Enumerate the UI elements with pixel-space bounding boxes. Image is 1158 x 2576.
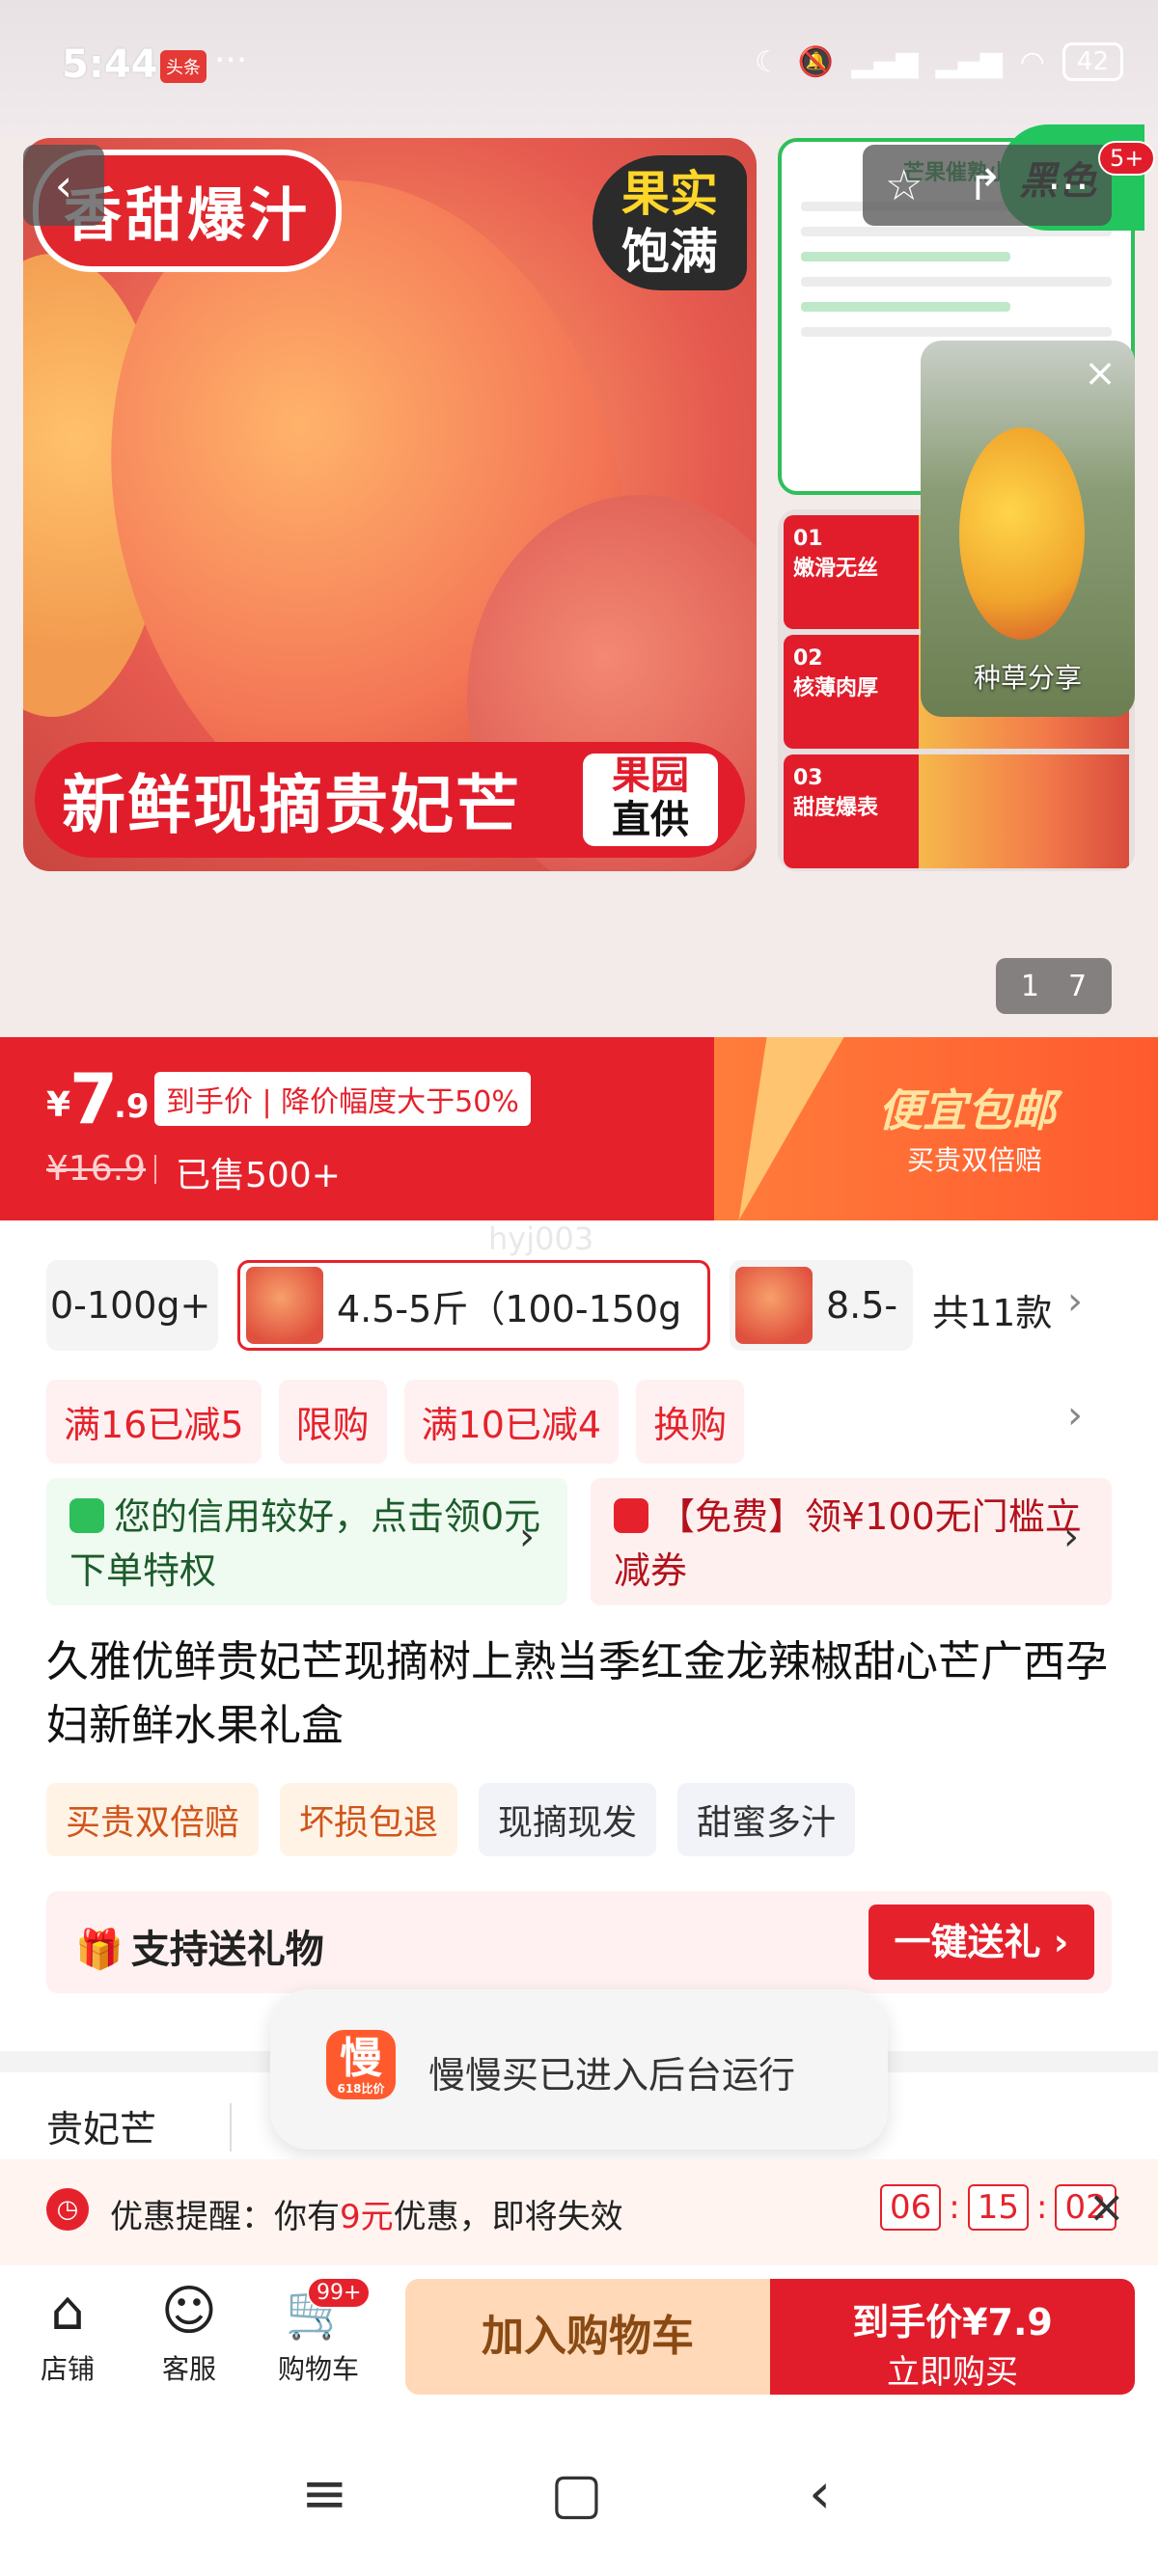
gift-label: 🎁 支持送礼物 [75, 1928, 324, 1972]
floating-video[interactable]: × 种草分享 [921, 341, 1135, 717]
countdown-timer: 06: 15: 02 [880, 2184, 1117, 2231]
floating-video-label: 种草分享 [973, 662, 1082, 694]
star-icon: ☆ [884, 160, 924, 210]
share-button[interactable]: ↱ [967, 161, 1003, 210]
sold-count: 已售500+ [176, 1156, 341, 1195]
more-badge: 5+ [1098, 141, 1156, 176]
coupon-offer[interactable]: 【免费】领¥100无门槛立减券 [591, 1478, 1112, 1605]
moon-icon: ☾ [755, 44, 781, 79]
favorite-button[interactable]: ☆ [885, 161, 923, 210]
gallery-pager: 1 7 [996, 958, 1112, 1014]
price-decimal: .9 [114, 1087, 150, 1126]
app-icon: 慢 618比价 [326, 2030, 396, 2099]
gift-bar: 🎁 支持送礼物 一键送礼 › [46, 1891, 1112, 1993]
toast-message: 慢慢买已进入后台运行 [428, 2054, 796, 2096]
chevron-right-icon: › [1063, 1515, 1079, 1559]
back-icon[interactable]: ‹ [809, 2460, 831, 2526]
sku-selector: 0-100g+ 4.5-5斤（100-150g 8.5- 共11款 › [0, 1254, 1158, 1360]
back-arrow-icon: ‹ [54, 159, 73, 211]
chevron-right-icon[interactable]: › [1067, 1279, 1083, 1324]
coupon-icon [614, 1498, 648, 1533]
price-integer: 7 [69, 1058, 119, 1139]
more-notifications-icon: ··· [214, 41, 248, 80]
notification-badge: 头条 [160, 50, 207, 83]
shopping-bag-icon [69, 1498, 104, 1533]
price-currency: ¥ [46, 1085, 71, 1125]
status-bar: 5:44 头条 ··· ☾ 🔕 ▂▄▆ ▂▄▆ ◠ 42 [0, 0, 1158, 135]
signal-hd-icon: ▂▄▆ [935, 44, 1003, 79]
menu-icon[interactable]: ≡ [301, 2460, 348, 2526]
header-actions: ☆ ↱ ⋯ [863, 145, 1112, 226]
home-icon[interactable]: ▢ [550, 2460, 603, 2526]
signal-hd-icon: ▂▄▆ [851, 44, 919, 79]
promo-title: 便宜包邮 [878, 1084, 1056, 1137]
promo-chip[interactable]: 换购 [636, 1380, 745, 1464]
wifi-icon: ◠ [1019, 44, 1045, 79]
mute-icon: 🔕 [797, 44, 835, 79]
product-tag: 甜蜜多汁 [677, 1783, 856, 1856]
promo-chips: 满16已减5 限购 满10已减4 换购 [46, 1380, 745, 1464]
sku-option-selected[interactable]: 4.5-5斤（100-150g [237, 1260, 710, 1351]
sku-total[interactable]: 共11款 [932, 1283, 1052, 1336]
hero-banner-badge: 果园 直供 [583, 754, 718, 846]
sku-thumbnail [246, 1267, 323, 1344]
sku-option[interactable]: 8.5- [730, 1260, 913, 1351]
status-time: 5:44 [62, 42, 158, 87]
toast: 慢 618比价 慢慢买已进入后台运行 [270, 1989, 888, 2150]
product-tag: 坏损包退 [280, 1783, 458, 1856]
clock-icon: ◷ [46, 2188, 89, 2231]
original-price: ¥16.9 [46, 1149, 147, 1189]
coupon-reminder[interactable]: ◷ 优惠提醒：你有9元优惠，即将失效 06: 15: 02 × [0, 2159, 1158, 2265]
chat-icon: ☺ [160, 2280, 218, 2343]
gift-icon: 🎁 [75, 1928, 124, 1972]
sku-thumbnail [735, 1267, 813, 1344]
promo-subtitle: 买贵双倍赔 [907, 1144, 1043, 1176]
share-icon: ↱ [967, 160, 1004, 210]
hero-banner: 新鲜现摘贵妃芒 果园 直供 [35, 742, 745, 858]
promo-chip[interactable]: 满10已减4 [403, 1380, 620, 1464]
action-bar: ⌂ 店铺 ☺ 客服 🛒 购物车 99+ 加入购物车 到手价¥7.9 立即购买 [0, 2265, 1158, 2410]
credit-offer[interactable]: 您的信用较好，点击领0元下单特权 [46, 1478, 567, 1605]
service-button[interactable]: ☺ 客服 [141, 2281, 237, 2387]
close-icon[interactable]: × [1088, 2180, 1125, 2233]
product-title: 久雅优鲜贵妃芒现摘树上熟当季红金龙辣椒甜心芒广西孕妇新鲜水果礼盒 [46, 1637, 1108, 1750]
shop-button[interactable]: ⌂ 店铺 [19, 2281, 116, 2387]
promo-chip[interactable]: 限购 [278, 1380, 387, 1464]
price-bar: 便宜包邮 买贵双倍赔 ¥ 7 .9 到手价 | 降价幅度大于50% ¥16.9 … [0, 1037, 1158, 1220]
product-tag: 现摘现发 [479, 1783, 657, 1856]
status-icons: ☾ 🔕 ▂▄▆ ▂▄▆ ◠ 42 [755, 42, 1123, 81]
reminder-text: 优惠提醒：你有9元优惠，即将失效 [110, 2198, 623, 2236]
spec-label[interactable]: 贵妃芒 [46, 2099, 156, 2152]
more-button[interactable]: ⋯ [1047, 161, 1089, 210]
promo-chip[interactable]: 满16已减5 [46, 1380, 262, 1464]
send-gift-button[interactable]: 一键送礼 › [868, 1905, 1094, 1980]
price-tag: 到手价 | 降价幅度大于50% [154, 1072, 531, 1126]
feature-row: 03 甜度爆表 [784, 754, 1129, 868]
store-icon: ⌂ [50, 2280, 85, 2343]
more-icon: ⋯ [1047, 160, 1090, 210]
back-button[interactable]: ‹ [23, 145, 104, 226]
system-nav-bar: ≡ ▢ ‹ [0, 2410, 1158, 2576]
cart-badge: 99+ [307, 2277, 372, 2309]
add-to-cart-button[interactable]: 加入购物车 [405, 2279, 770, 2395]
buy-now-button[interactable]: 到手价¥7.9 立即购买 [770, 2279, 1135, 2395]
watermark: hyj003 [488, 1220, 594, 1257]
product-tag: 买贵双倍赔 [46, 1783, 260, 1856]
sku-option[interactable]: 0-100g+ [46, 1260, 218, 1351]
chevron-right-icon[interactable]: › [1067, 1393, 1083, 1438]
chevron-right-icon: › [519, 1515, 535, 1559]
battery-icon: 42 [1062, 42, 1123, 81]
product-tags: 买贵双倍赔 坏损包退 现摘现发 甜蜜多汁 [46, 1783, 856, 1856]
hero-tag-fruit: 果实 饱满 [593, 155, 747, 290]
hero-image[interactable]: 香甜爆汁 果实 饱满 新鲜现摘贵妃芒 果园 直供 [23, 138, 757, 871]
close-icon[interactable]: × [1079, 354, 1121, 397]
